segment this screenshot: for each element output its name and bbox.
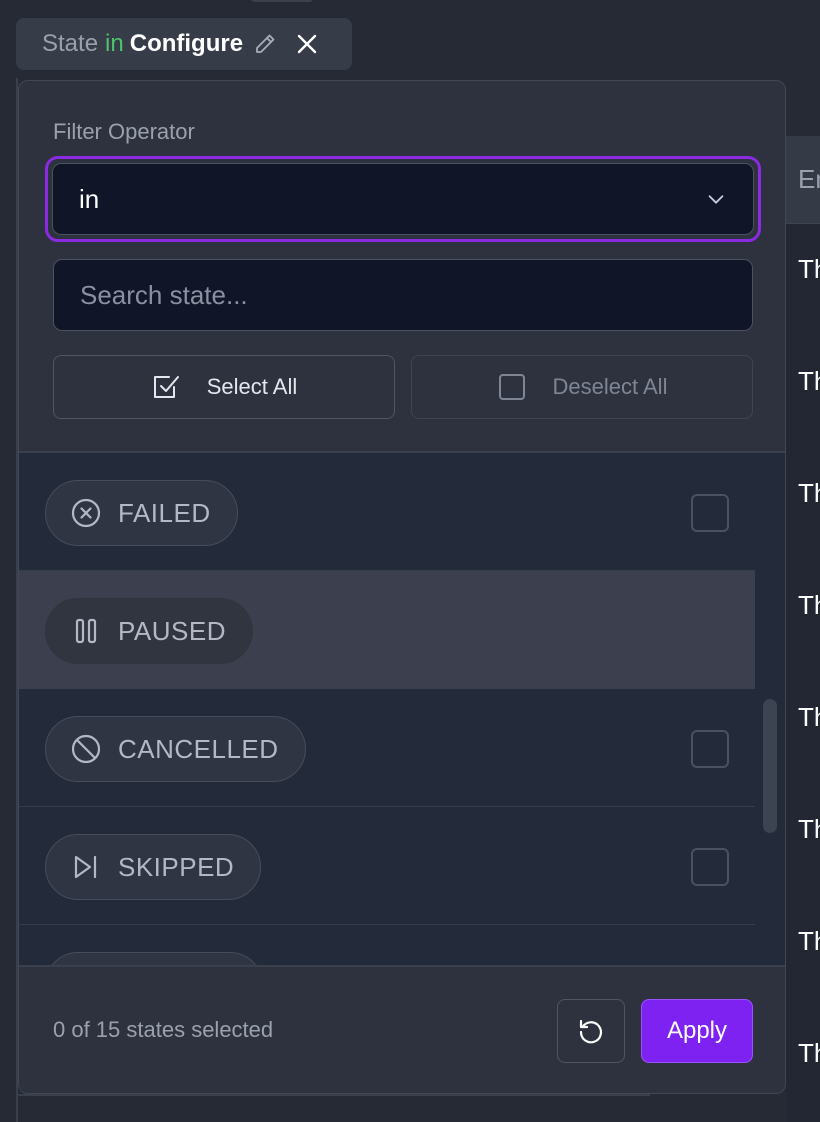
background-table-cell: Th <box>798 702 820 732</box>
background-table-cell: Th <box>798 926 820 956</box>
state-badge: SKIPPED <box>45 834 262 900</box>
skip-forward-icon <box>70 851 102 883</box>
state-option-paused[interactable]: PAUSED <box>19 571 755 689</box>
state-list[interactable]: FAILED PAUSED CANCELLED SKIPPED <box>19 451 785 965</box>
background-table-cell: Th <box>798 254 820 284</box>
background-panel-edge-bottom <box>18 1094 650 1096</box>
background-table-cell: Th <box>798 478 820 508</box>
pause-icon <box>70 615 102 647</box>
ban-icon <box>70 733 102 765</box>
background-table-cell: Th <box>798 814 820 844</box>
select-all-button[interactable]: Select All <box>53 355 395 419</box>
checkbox-checked-icon <box>151 372 181 402</box>
rotate-ccw-icon <box>576 1016 606 1046</box>
close-icon[interactable] <box>295 32 319 56</box>
state-label: CANCELLED <box>118 733 279 764</box>
state-badge: FAILED <box>45 480 238 546</box>
operator-select[interactable]: in <box>52 163 754 235</box>
state-option-cancelled[interactable]: CANCELLED <box>19 689 755 807</box>
checkbox-empty-icon <box>497 372 527 402</box>
chip-value-label: Configure <box>129 30 244 57</box>
x-circle-icon <box>70 497 102 529</box>
search-state-input[interactable] <box>53 259 753 331</box>
background-table-header-text: En <box>798 164 820 194</box>
operator-select-focus-ring: in <box>45 156 761 242</box>
state-option-skipped[interactable]: SKIPPED <box>19 807 755 925</box>
state-label: SKIPPED <box>118 851 235 882</box>
state-checkbox[interactable] <box>691 494 729 532</box>
state-checkbox[interactable] <box>691 848 729 886</box>
state-label: FAILED <box>118 497 211 528</box>
selection-summary: 0 of 15 states selected <box>53 1017 274 1042</box>
state-checkbox[interactable] <box>691 730 729 768</box>
state-option-partial[interactable] <box>19 925 755 965</box>
active-filter-chip[interactable]: State in Configure <box>16 18 352 70</box>
state-badge: PAUSED <box>45 598 253 664</box>
chevron-down-icon <box>705 188 727 210</box>
filter-operator-label: Filter Operator <box>53 119 195 144</box>
popover-header: Filter Operator in Select All Deselect A… <box>19 81 785 453</box>
background-table-cell: Th <box>798 590 820 620</box>
top-handle <box>250 0 314 2</box>
popover-footer: 0 of 15 states selected Apply <box>19 965 785 1093</box>
state-option-failed[interactable]: FAILED <box>19 453 755 571</box>
apply-button[interactable]: Apply <box>641 999 753 1063</box>
state-badge: CANCELLED <box>45 716 306 782</box>
pencil-icon[interactable] <box>253 32 277 56</box>
list-scrollbar[interactable] <box>763 699 777 833</box>
reset-button[interactable] <box>557 999 625 1063</box>
chip-operator-label: in <box>105 30 124 57</box>
background-table-cell: Th <box>798 366 820 396</box>
state-badge <box>45 952 263 965</box>
chip-field-label: State <box>42 30 99 57</box>
deselect-all-button[interactable]: Deselect All <box>411 355 753 419</box>
deselect-all-label: Deselect All <box>552 374 668 399</box>
filter-popover: Filter Operator in Select All Deselect A… <box>18 80 786 1094</box>
select-all-label: Select All <box>206 374 298 399</box>
background-table-cell: Th <box>798 1038 820 1068</box>
state-label: PAUSED <box>118 615 226 646</box>
operator-select-value: in <box>79 183 100 214</box>
